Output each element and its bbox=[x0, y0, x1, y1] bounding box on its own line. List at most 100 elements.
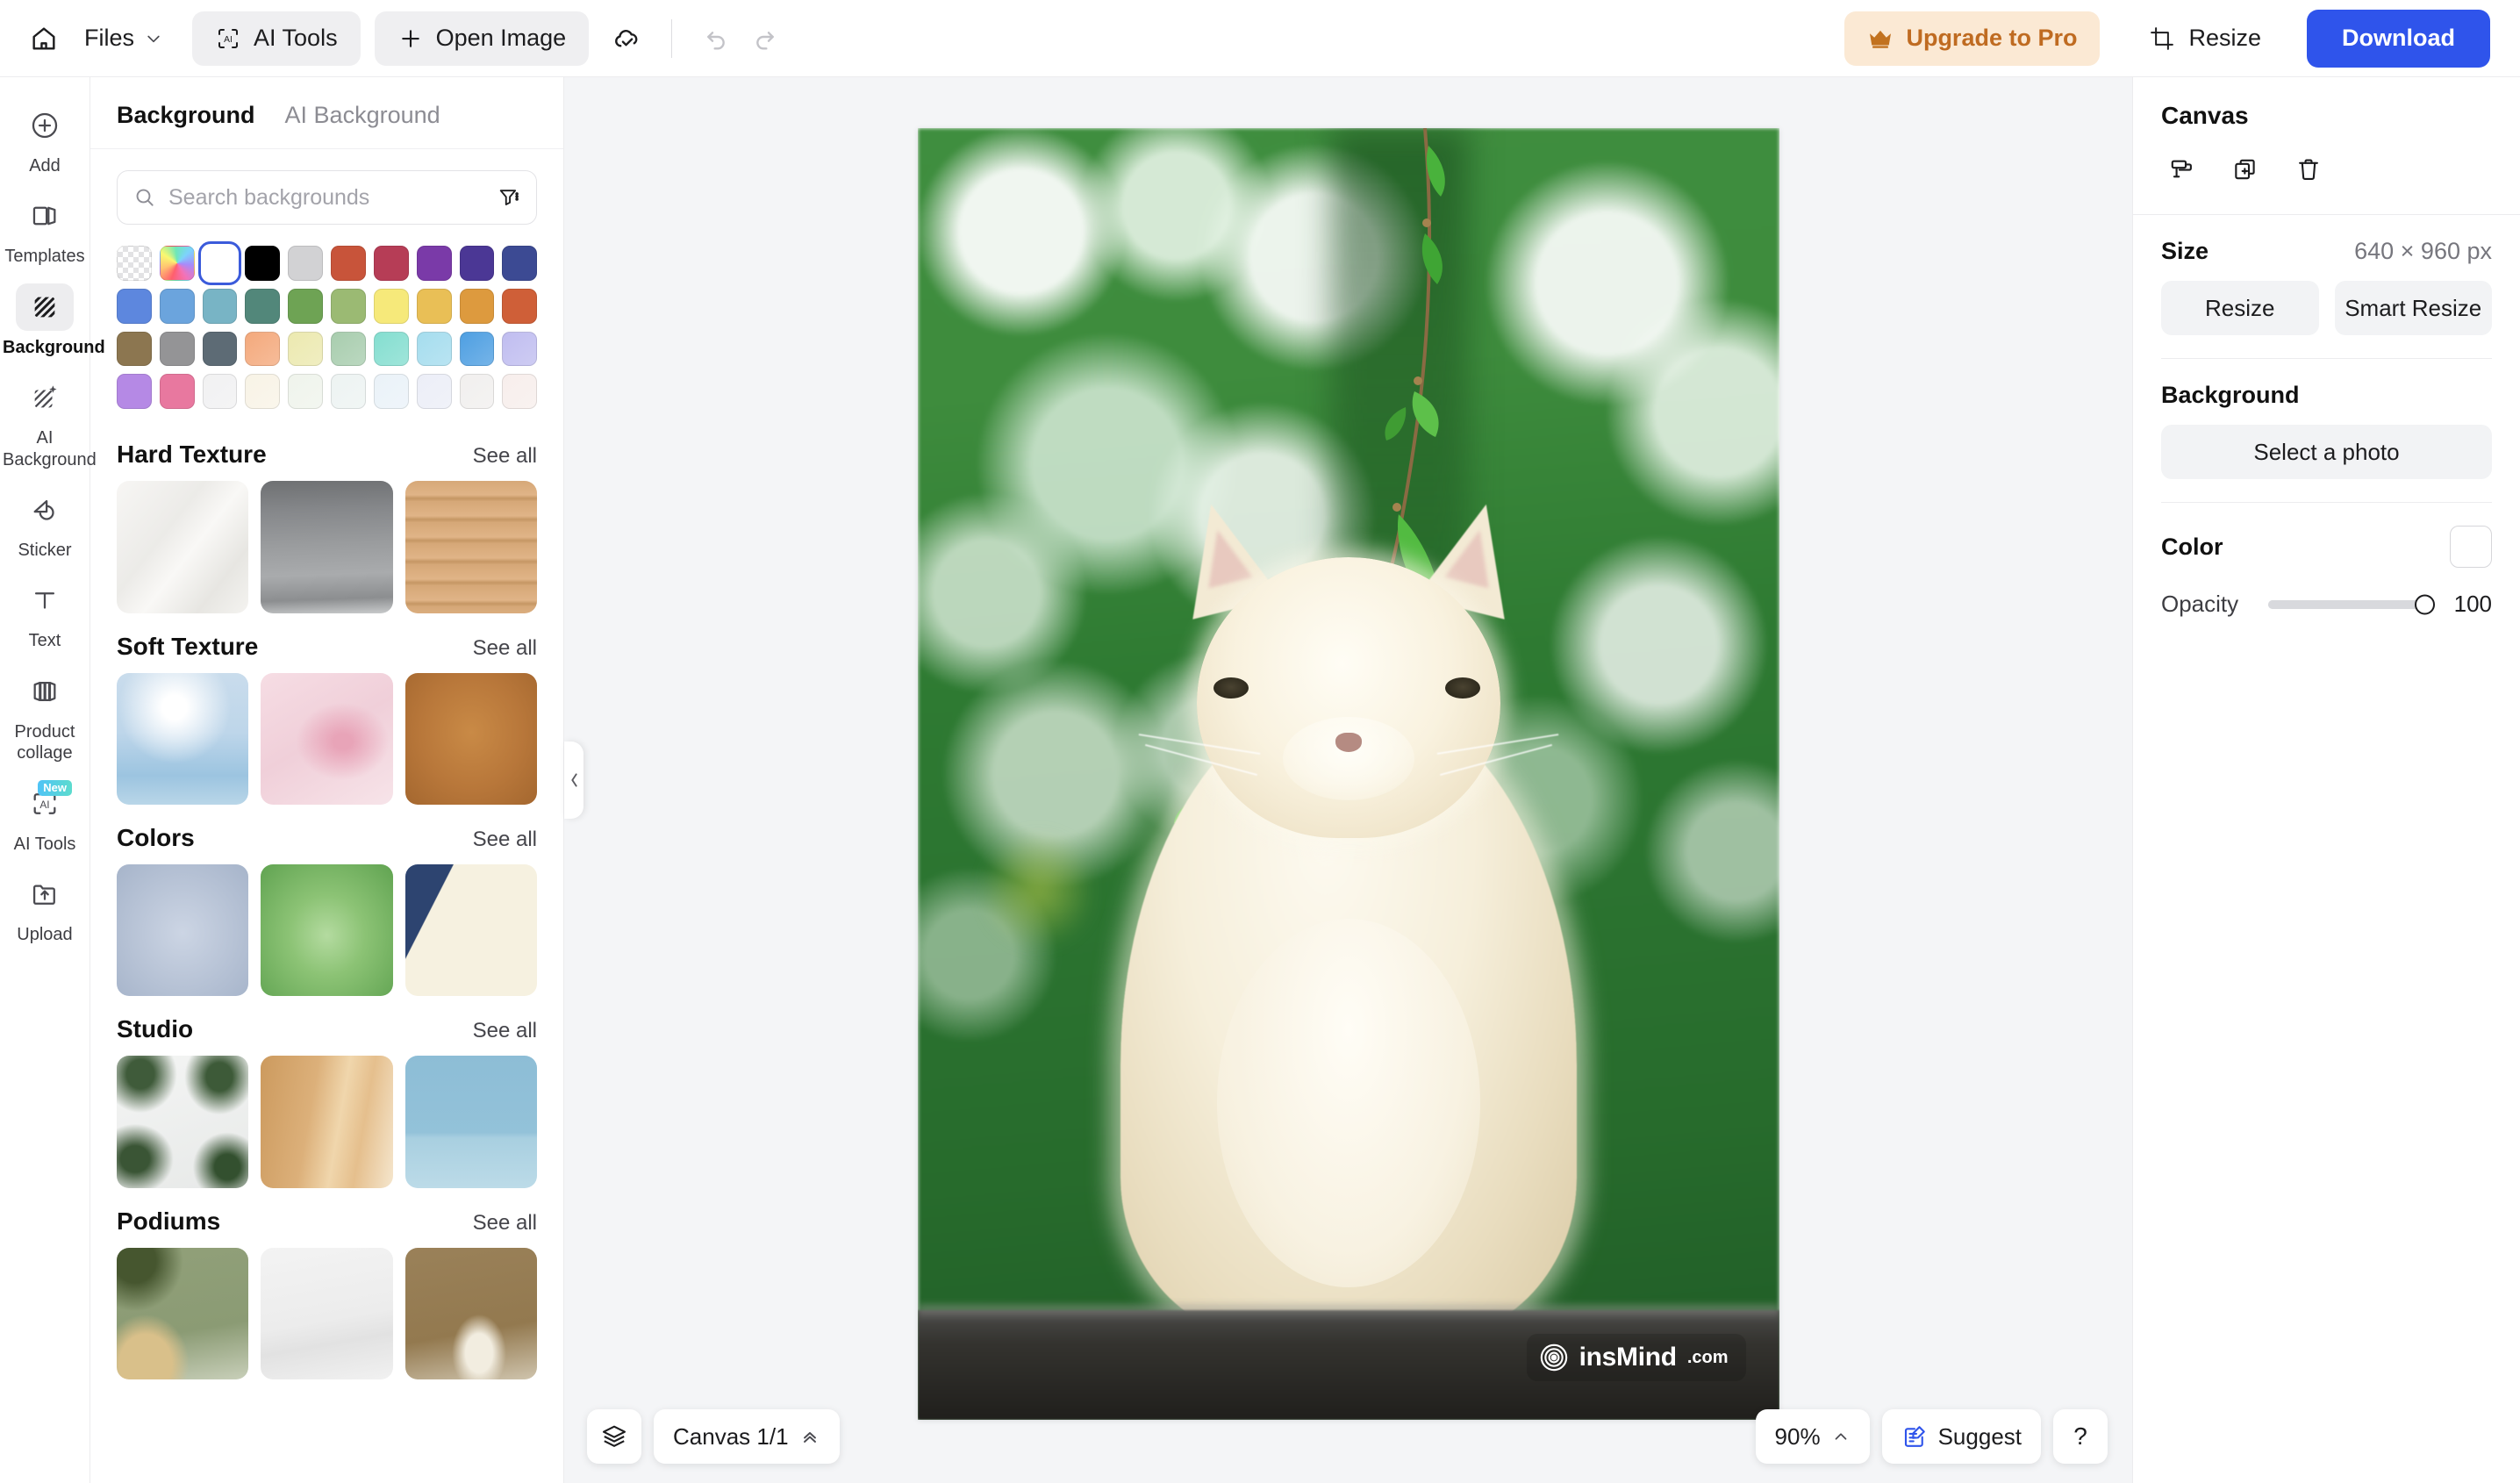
swatch-white-gray-gradient[interactable] bbox=[202, 374, 238, 410]
tab-ai-background[interactable]: AI Background bbox=[285, 102, 440, 129]
swatch-grass-green[interactable] bbox=[288, 288, 324, 324]
thumb-green-radial-gradient[interactable] bbox=[261, 863, 393, 997]
see-all-link[interactable]: See all bbox=[473, 1019, 537, 1043]
rail-item-text[interactable]: Text bbox=[4, 571, 85, 660]
swatch-purple[interactable] bbox=[416, 246, 452, 281]
opacity-slider[interactable] bbox=[2268, 594, 2435, 614]
background-color-chip[interactable] bbox=[2450, 526, 2492, 568]
thumb-pink-silk-swirl-texture[interactable] bbox=[261, 672, 393, 805]
swatch-sky-blue[interactable] bbox=[159, 288, 195, 324]
thumb-gray-concrete-texture[interactable] bbox=[261, 481, 393, 613]
swatch-indigo[interactable] bbox=[459, 246, 495, 281]
rail-item-templates[interactable]: Templates bbox=[4, 187, 85, 276]
thumb-brown-orchid-podium[interactable] bbox=[404, 1247, 537, 1379]
rail-item-product-collage[interactable]: Product collage bbox=[4, 663, 85, 773]
opacity-slider-knob[interactable] bbox=[2415, 594, 2435, 614]
thumb-blue-gray-radial-gradient[interactable] bbox=[117, 863, 249, 997]
swatch-deep-teal[interactable] bbox=[245, 288, 281, 324]
swatch-lemon-yellow[interactable] bbox=[373, 288, 409, 324]
rail-item-add[interactable]: Add bbox=[4, 97, 85, 185]
swatch-orchid-purple[interactable] bbox=[117, 374, 152, 410]
rail-item-sticker[interactable]: Sticker bbox=[4, 481, 85, 570]
zoom-button[interactable]: 90% bbox=[1755, 1409, 1870, 1464]
upgrade-to-pro-button[interactable]: Upgrade to Pro bbox=[1844, 11, 2101, 66]
rail-item-ai-tools[interactable]: AI New AI Tools bbox=[4, 775, 85, 863]
paint-roller-button[interactable] bbox=[2154, 144, 2210, 195]
rail-item-ai-background[interactable]: AI Background bbox=[3, 369, 97, 479]
search-input[interactable] bbox=[168, 184, 485, 211]
swatch-rose-pink[interactable] bbox=[159, 374, 195, 410]
thumb-brown-leather-texture[interactable] bbox=[404, 672, 537, 805]
undo-button[interactable] bbox=[691, 14, 741, 63]
swatch-black[interactable] bbox=[245, 246, 281, 281]
swatch-crimson[interactable] bbox=[373, 246, 409, 281]
swatch-azure-gradient[interactable] bbox=[459, 331, 495, 367]
redo-button[interactable] bbox=[741, 14, 790, 63]
filter-icon[interactable] bbox=[498, 186, 520, 209]
files-menu-button[interactable]: Files bbox=[68, 14, 178, 63]
swatch-terracotta[interactable] bbox=[331, 246, 366, 281]
swatch-lavender-gradient[interactable] bbox=[502, 331, 538, 367]
swatch-amber-orange[interactable] bbox=[459, 288, 495, 324]
swatch-pale-blue-gradient[interactable] bbox=[373, 374, 409, 410]
layers-button[interactable] bbox=[587, 1409, 641, 1464]
thumb-white-minimal-podium[interactable] bbox=[261, 1247, 393, 1379]
thumb-navy-cream-diagonal-split[interactable] bbox=[404, 863, 537, 997]
duplicate-page-button[interactable] bbox=[2217, 144, 2273, 195]
swatch-khaki-brown[interactable] bbox=[117, 331, 152, 367]
open-image-button[interactable]: Open Image bbox=[374, 11, 590, 66]
thumb-wood-plank-texture[interactable] bbox=[404, 481, 537, 613]
swatch-teal-blue[interactable] bbox=[202, 288, 238, 324]
swatch-olive-green[interactable] bbox=[331, 288, 366, 324]
thumb-beige-silk-drapes-studio[interactable] bbox=[261, 1056, 393, 1188]
canvas-stage[interactable]: insMind .com bbox=[917, 128, 1779, 1420]
swatch-peach-gradient[interactable] bbox=[245, 331, 281, 367]
swatch-pale-aqua-gradient[interactable] bbox=[331, 374, 366, 410]
rail-item-upload[interactable]: Upload bbox=[4, 865, 85, 954]
swatch-navy-blue[interactable] bbox=[502, 246, 538, 281]
swatch-sage-gradient[interactable] bbox=[331, 331, 366, 367]
select-photo-button[interactable]: Select a photo bbox=[2161, 425, 2492, 479]
thumb-light-blue-studio-wall[interactable] bbox=[404, 1056, 537, 1188]
see-all-link[interactable]: See all bbox=[473, 1211, 537, 1236]
cloud-save-button[interactable] bbox=[603, 14, 652, 63]
suggest-button[interactable]: Suggest bbox=[1881, 1409, 2041, 1464]
swatch-ivory-gradient[interactable] bbox=[245, 374, 281, 410]
thumb-white-marble-texture[interactable] bbox=[117, 481, 249, 613]
delete-canvas-button[interactable] bbox=[2280, 144, 2337, 195]
see-all-link[interactable]: See all bbox=[473, 444, 537, 469]
thumb-white-wall-tropical-plants[interactable] bbox=[117, 1056, 249, 1188]
swatch-medium-gray[interactable] bbox=[159, 331, 195, 367]
home-button[interactable] bbox=[19, 14, 68, 63]
thumb-green-wall-wooden-podium[interactable] bbox=[117, 1247, 249, 1379]
swatch-pale-green-gradient[interactable] bbox=[288, 374, 324, 410]
resize-button[interactable]: Resize bbox=[2130, 11, 2280, 66]
swatch-cornflower[interactable] bbox=[117, 288, 152, 324]
swatch-white[interactable] bbox=[197, 241, 242, 285]
swatch-golden-yellow[interactable] bbox=[416, 288, 452, 324]
rail-item-background[interactable]: Background bbox=[3, 278, 105, 367]
smart-resize-button[interactable]: Smart Resize bbox=[2334, 281, 2492, 335]
canvas-pages-button[interactable]: Canvas 1/1 bbox=[654, 1409, 840, 1464]
canvas-area[interactable]: insMind .com Canvas 1/1 90% Suggest ? bbox=[564, 77, 2132, 1483]
download-button[interactable]: Download bbox=[2307, 9, 2490, 68]
resize-canvas-button[interactable]: Resize bbox=[2161, 281, 2319, 335]
swatch-cream-yellow-gradient[interactable] bbox=[288, 331, 324, 367]
help-button[interactable]: ? bbox=[2053, 1409, 2108, 1464]
swatch-light-gray[interactable] bbox=[288, 246, 324, 281]
ai-tools-button[interactable]: AI AI Tools bbox=[192, 11, 361, 66]
swatch-burnt-orange[interactable] bbox=[502, 288, 538, 324]
swatch-slate-gray[interactable] bbox=[202, 331, 238, 367]
see-all-link[interactable]: See all bbox=[473, 827, 537, 852]
swatch-mint-gradient[interactable] bbox=[373, 331, 409, 367]
swatch-color-picker[interactable] bbox=[159, 246, 195, 281]
swatch-pale-blush-gradient[interactable] bbox=[502, 374, 538, 410]
thumb-blue-water-splash-texture[interactable] bbox=[117, 672, 249, 805]
swatch-pale-cyan-gradient[interactable] bbox=[416, 331, 452, 367]
see-all-link[interactable]: See all bbox=[473, 636, 537, 661]
swatch-pale-periwinkle-gradient[interactable] bbox=[416, 374, 452, 410]
swatch-transparent[interactable] bbox=[117, 246, 152, 281]
swatch-pale-warmgray-gradient[interactable] bbox=[459, 374, 495, 410]
panel-collapse-handle[interactable] bbox=[564, 742, 583, 819]
tab-background[interactable]: Background bbox=[117, 102, 255, 129]
